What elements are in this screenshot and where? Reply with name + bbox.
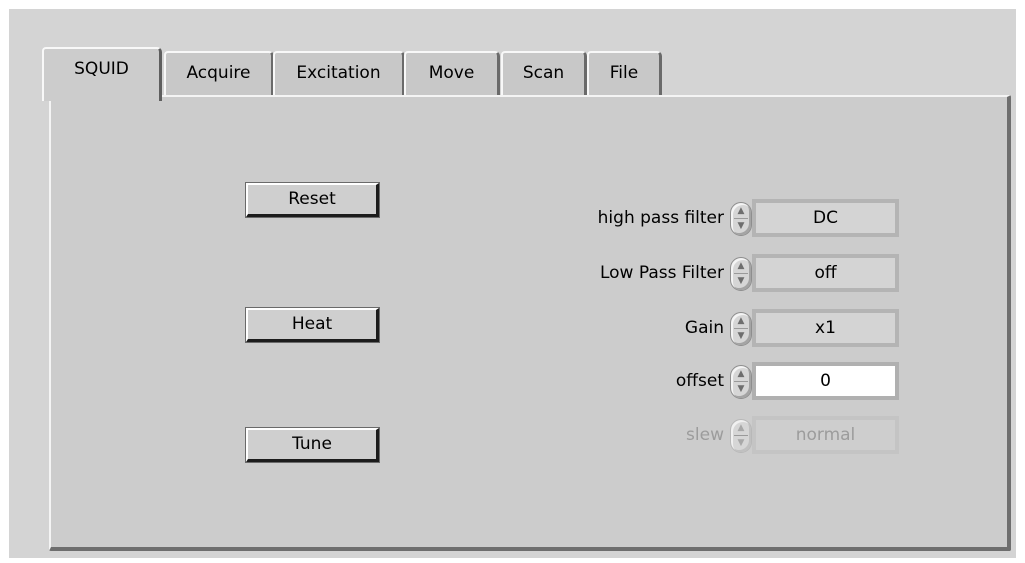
heat-button-label: Heat [291, 314, 333, 334]
tab-file[interactable]: File [587, 51, 662, 95]
tab-squid[interactable]: SQUID [42, 47, 162, 101]
tab-label: Scan [522, 63, 565, 83]
tab-acquire[interactable]: Acquire [164, 51, 274, 95]
tab-move[interactable]: Move [404, 51, 500, 95]
low-pass-filter-spinner-icon[interactable]: ▲ ▼ [730, 257, 752, 291]
offset-label: offset [675, 371, 724, 391]
high-pass-filter-control: high pass filter ▲ ▼ DC [491, 199, 911, 237]
arrow-up-icon[interactable]: ▲ [731, 205, 751, 218]
heat-button[interactable]: Heat [245, 307, 380, 343]
app-window: SQUID Acquire Excitation Move Scan File … [9, 9, 1016, 558]
tab-scan[interactable]: Scan [501, 51, 587, 95]
slew-label: slew [686, 425, 724, 445]
high-pass-filter-value-text: DC [756, 203, 895, 233]
gain-spinner-icon[interactable]: ▲ ▼ [730, 312, 752, 346]
reset-button-label: Reset [288, 189, 336, 209]
tab-excitation[interactable]: Excitation [273, 51, 405, 95]
offset-value-text[interactable]: 0 [756, 366, 895, 396]
tab-label: Acquire [186, 63, 251, 83]
gain-value-text: x1 [756, 313, 895, 343]
offset-input[interactable]: 0 [752, 362, 899, 400]
low-pass-filter-value-text: off [756, 258, 895, 288]
tab-label: Move [428, 63, 475, 83]
squid-tab-panel: Reset Heat Tune high pass filter ▲ ▼ DC … [49, 95, 1011, 551]
offset-control: offset ▲ ▼ 0 [491, 362, 911, 400]
arrow-up-icon[interactable]: ▲ [731, 260, 751, 273]
low-pass-filter-control: Low Pass Filter ▲ ▼ off [491, 254, 911, 292]
slew-control: slew ▲ ▼ normal [491, 416, 911, 454]
arrow-down-icon: ▼ [737, 438, 745, 448]
arrow-up-icon: ▲ [737, 423, 745, 433]
tune-button-label: Tune [292, 434, 332, 454]
tab-label: SQUID [74, 59, 129, 79]
low-pass-filter-label: Low Pass Filter [599, 263, 724, 283]
tab-label: Excitation [296, 63, 381, 83]
tune-button[interactable]: Tune [245, 427, 380, 463]
gain-value[interactable]: x1 [752, 309, 899, 347]
high-pass-filter-label: high pass filter [597, 208, 724, 228]
arrow-down-icon[interactable]: ▼ [731, 275, 751, 288]
slew-spinner-icon: ▲ ▼ [730, 419, 752, 453]
tab-label: File [609, 63, 639, 83]
slew-value: normal [752, 416, 899, 454]
gain-control: Gain ▲ ▼ x1 [491, 309, 911, 347]
high-pass-filter-value[interactable]: DC [752, 199, 899, 237]
arrow-up-icon[interactable]: ▲ [731, 368, 751, 381]
arrow-down-icon[interactable]: ▼ [731, 383, 751, 396]
high-pass-filter-spinner-icon[interactable]: ▲ ▼ [730, 202, 752, 236]
gain-label: Gain [684, 318, 724, 338]
arrow-down-icon[interactable]: ▼ [731, 220, 751, 233]
reset-button[interactable]: Reset [245, 182, 380, 218]
arrow-down-icon[interactable]: ▼ [731, 330, 751, 343]
offset-spinner-icon[interactable]: ▲ ▼ [730, 365, 752, 399]
arrow-up-icon[interactable]: ▲ [731, 315, 751, 328]
low-pass-filter-value[interactable]: off [752, 254, 899, 292]
slew-value-text: normal [756, 420, 895, 450]
